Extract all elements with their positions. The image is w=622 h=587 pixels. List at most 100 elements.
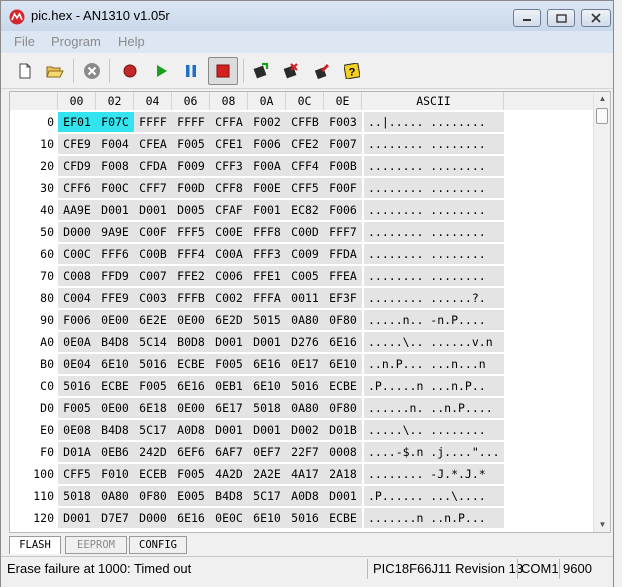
memory-word-cell[interactable]: 0E04 xyxy=(58,354,96,374)
memory-word-cell[interactable]: ECBE xyxy=(324,508,362,528)
memory-word-cell[interactable]: F008 xyxy=(96,156,134,176)
memory-word-cell[interactable]: F00B xyxy=(324,156,362,176)
memory-word-cell[interactable]: CFE2 xyxy=(286,134,324,154)
memory-word-cell[interactable]: C002 xyxy=(210,288,248,308)
memory-word-cell[interactable]: 6E16 xyxy=(172,508,210,528)
ascii-cell[interactable]: ........ ........ xyxy=(364,244,504,264)
memory-word-cell[interactable]: D001 xyxy=(210,420,248,440)
memory-word-cell[interactable]: 5016 xyxy=(286,376,324,396)
memory-word-cell[interactable]: F003 xyxy=(324,112,362,132)
scroll-thumb[interactable] xyxy=(596,108,608,124)
memory-word-cell[interactable]: D01B xyxy=(324,420,362,440)
memory-word-cell[interactable]: CFDA xyxy=(134,156,172,176)
memory-word-cell[interactable]: A0D8 xyxy=(286,486,324,506)
ascii-cell[interactable]: .......n ..n.P... xyxy=(364,508,504,528)
memory-word-cell[interactable]: FFF4 xyxy=(172,244,210,264)
memory-word-cell[interactable]: CFFA xyxy=(210,112,248,132)
memory-word-cell[interactable]: CFEA xyxy=(134,134,172,154)
memory-word-cell[interactable]: 0A80 xyxy=(286,398,324,418)
memory-word-cell[interactable]: 0A80 xyxy=(96,486,134,506)
memory-word-cell[interactable]: CFE9 xyxy=(58,134,96,154)
memory-word-cell[interactable]: CFF6 xyxy=(58,178,96,198)
memory-word-cell[interactable]: B0D8 xyxy=(172,332,210,352)
memory-word-cell[interactable]: D001 xyxy=(248,420,286,440)
memory-word-cell[interactable]: CFD9 xyxy=(58,156,96,176)
memory-word-cell[interactable]: 6EF6 xyxy=(172,442,210,462)
memory-word-cell[interactable]: F00A xyxy=(248,156,286,176)
memory-word-cell[interactable]: CFF5 xyxy=(286,178,324,198)
memory-word-cell[interactable]: F007 xyxy=(324,134,362,154)
memory-word-cell[interactable]: F009 xyxy=(172,156,210,176)
memory-word-cell[interactable]: 4A2D xyxy=(210,464,248,484)
memory-word-cell[interactable]: FFE2 xyxy=(172,266,210,286)
memory-word-cell[interactable]: CFF5 xyxy=(58,464,96,484)
memory-word-cell[interactable]: F006 xyxy=(324,200,362,220)
memory-word-cell[interactable]: 5016 xyxy=(286,508,324,528)
memory-word-cell[interactable]: 6E18 xyxy=(134,398,172,418)
ascii-cell[interactable]: .....n.. -n.P.... xyxy=(364,310,504,330)
ascii-cell[interactable]: .....\.. ......v.n xyxy=(364,332,504,352)
run-button[interactable] xyxy=(149,59,173,83)
memory-word-cell[interactable]: B4D8 xyxy=(210,486,248,506)
memory-word-cell[interactable]: FFE1 xyxy=(248,266,286,286)
memory-word-cell[interactable]: EC82 xyxy=(286,200,324,220)
memory-word-cell[interactable]: CFE1 xyxy=(210,134,248,154)
memory-word-cell[interactable]: 0E0C xyxy=(210,508,248,528)
memory-word-cell[interactable]: F002 xyxy=(248,112,286,132)
memory-word-cell[interactable]: D01A xyxy=(58,442,96,462)
memory-word-cell[interactable]: 0E00 xyxy=(172,310,210,330)
memory-word-cell[interactable]: D001 xyxy=(324,486,362,506)
memory-word-cell[interactable]: 6E2E xyxy=(134,310,172,330)
ascii-cell[interactable]: ......n. ..n.P.... xyxy=(364,398,504,418)
memory-word-cell[interactable]: C00D xyxy=(286,222,324,242)
memory-word-cell[interactable]: D001 xyxy=(134,200,172,220)
memory-word-cell[interactable]: E005 xyxy=(172,486,210,506)
memory-word-cell[interactable]: C00B xyxy=(134,244,172,264)
memory-word-cell[interactable]: 0E08 xyxy=(58,420,96,440)
memory-word-cell[interactable]: ECBE xyxy=(172,354,210,374)
memory-word-cell[interactable]: F010 xyxy=(96,464,134,484)
memory-word-cell[interactable]: 6E17 xyxy=(210,398,248,418)
memory-word-cell[interactable]: 242D xyxy=(134,442,172,462)
ascii-cell[interactable]: .P.....n ...n.P.. xyxy=(364,376,504,396)
ascii-cell[interactable]: ........ ........ xyxy=(364,266,504,286)
tab-eeprom[interactable]: EEPROM xyxy=(65,536,127,554)
memory-word-cell[interactable]: CFF7 xyxy=(134,178,172,198)
memory-word-cell[interactable]: 5C17 xyxy=(134,420,172,440)
memory-word-cell[interactable]: B4D8 xyxy=(96,420,134,440)
memory-word-cell[interactable]: 4A17 xyxy=(286,464,324,484)
scroll-down-arrow-icon[interactable]: ▼ xyxy=(594,518,611,532)
memory-word-cell[interactable]: 5016 xyxy=(58,376,96,396)
memory-word-cell[interactable]: 2A18 xyxy=(324,464,362,484)
memory-word-cell[interactable]: F07C xyxy=(96,112,134,132)
ascii-cell[interactable]: ..n.P... ...n...n xyxy=(364,354,504,374)
memory-word-cell[interactable]: C005 xyxy=(286,266,324,286)
memory-word-cell[interactable]: 0F80 xyxy=(324,398,362,418)
memory-word-cell[interactable]: D000 xyxy=(134,508,172,528)
memory-word-cell[interactable]: F006 xyxy=(248,134,286,154)
memory-word-cell[interactable]: FFE9 xyxy=(96,288,134,308)
ascii-cell[interactable]: ........ ........ xyxy=(364,134,504,154)
memory-word-cell[interactable]: 6E10 xyxy=(324,354,362,374)
memory-word-cell[interactable]: 6AF7 xyxy=(210,442,248,462)
memory-word-cell[interactable]: F005 xyxy=(172,464,210,484)
memory-word-cell[interactable]: 5018 xyxy=(58,486,96,506)
memory-word-cell[interactable]: FFDA xyxy=(324,244,362,264)
memory-word-cell[interactable]: 0EF7 xyxy=(248,442,286,462)
memory-word-cell[interactable]: D276 xyxy=(286,332,324,352)
memory-word-cell[interactable]: A0D8 xyxy=(172,420,210,440)
memory-word-cell[interactable]: 5016 xyxy=(134,354,172,374)
memory-word-cell[interactable]: FFFF xyxy=(134,112,172,132)
memory-word-cell[interactable]: FFFB xyxy=(172,288,210,308)
new-file-button[interactable] xyxy=(13,59,37,83)
memory-word-cell[interactable]: B4D8 xyxy=(96,332,134,352)
memory-word-cell[interactable]: 0F80 xyxy=(324,310,362,330)
ascii-cell[interactable]: .....\.. ........ xyxy=(364,420,504,440)
memory-word-cell[interactable]: 6E16 xyxy=(324,332,362,352)
memory-word-cell[interactable]: FFF6 xyxy=(96,244,134,264)
memory-word-cell[interactable]: F004 xyxy=(96,134,134,154)
memory-word-cell[interactable]: CFF4 xyxy=(286,156,324,176)
memory-word-cell[interactable]: FFD9 xyxy=(96,266,134,286)
memory-word-cell[interactable]: C009 xyxy=(286,244,324,264)
write-device-button[interactable] xyxy=(249,59,273,83)
